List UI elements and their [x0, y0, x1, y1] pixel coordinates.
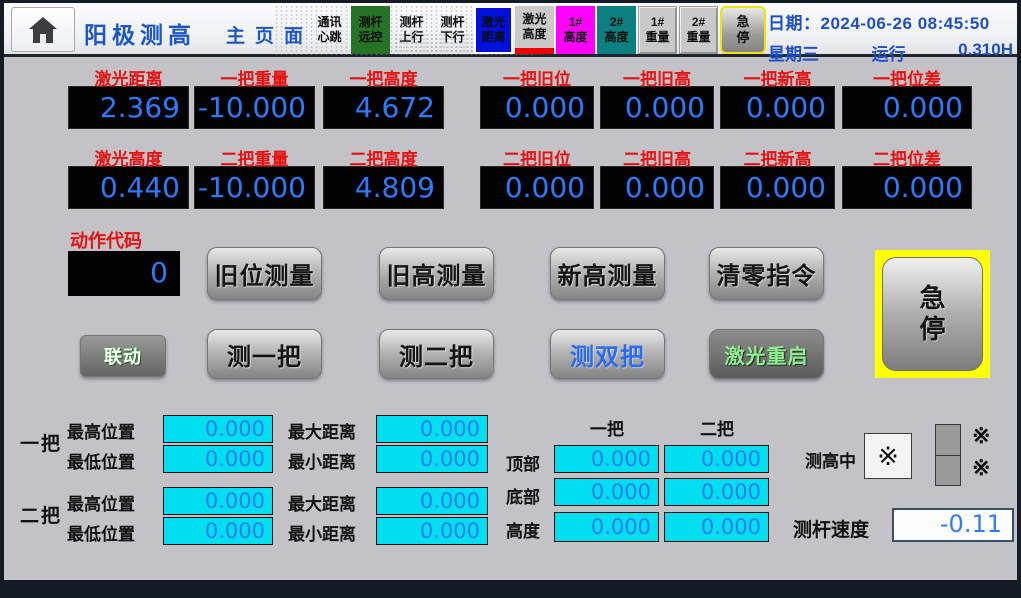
nav-laser-distance[interactable]: 激光 距离: [474, 6, 513, 54]
action-code-value: 0: [68, 251, 180, 296]
readout-clamp2-old-pos: 二把旧位 0.000: [480, 145, 594, 209]
btn-measure-both[interactable]: 测双把: [550, 329, 665, 379]
btn-measure-clamp1[interactable]: 测一把: [207, 329, 322, 379]
table-bottom-clamp1: 0.000: [554, 478, 659, 506]
home-icon: [27, 15, 59, 45]
readout-laser-distance: 激光距离 2.369: [68, 65, 189, 129]
clamp1-min-dist-value: 0.000: [376, 445, 488, 473]
time-value: 08:45:50: [918, 14, 990, 33]
clamp2-max-pos-value: 0.000: [163, 487, 273, 515]
clamp1-max-pos-value: 0.000: [163, 415, 273, 443]
readout-clamp2-new-height: 二把新高 0.000: [720, 145, 835, 209]
nav-height-2[interactable]: 2# 高度: [597, 6, 636, 54]
screen-frame: 阳极测高 主页面 通讯 心跳 测杆 远控 测杆 上行 测杆 下行 激光 距离: [0, 0, 1021, 598]
reference-mark-icon: ※: [877, 441, 899, 472]
group-clamp1-label: 一把: [20, 429, 62, 456]
topbar-nav: 通讯 心跳 测杆 远控 测杆 上行 测杆 下行 激光 距离 激光 高度: [310, 6, 766, 54]
page-title: 主页面: [226, 21, 313, 48]
date-label: 日期：: [768, 14, 821, 33]
clamp1-min-pos-label: 最低位置: [67, 448, 135, 473]
btn-laser-restart[interactable]: 激光重启: [709, 329, 824, 379]
date-value: 2024-06-26: [821, 14, 913, 33]
btn-estop-large[interactable]: 急停: [875, 250, 990, 378]
nav-weight-2[interactable]: 2# 重量: [679, 6, 718, 54]
table-header-clamp2: 二把: [682, 415, 752, 440]
group-clamp2-label: 二把: [20, 501, 62, 528]
app-title: 阳极测高: [84, 16, 196, 50]
clamp1-min-pos-value: 0.000: [163, 445, 273, 473]
btn-measure-clamp2[interactable]: 测二把: [379, 329, 494, 379]
segment-indicator: [935, 424, 961, 486]
table-height-clamp1: 0.000: [554, 512, 659, 542]
rod-speed-value: -0.11: [892, 508, 1014, 542]
readout-clamp2-old-height: 二把旧高 0.000: [600, 145, 714, 209]
clamp2-max-pos-label: 最高位置: [67, 490, 135, 515]
nav-rod-up[interactable]: 测杆 上行: [392, 6, 431, 54]
table-row-height-label: 高度: [506, 517, 540, 542]
clamp1-max-dist-label: 最大距离: [288, 418, 356, 443]
table-top-clamp2: 0.000: [664, 445, 769, 473]
reference-mark-icon: ※: [972, 455, 990, 481]
clamp2-min-dist-value: 0.000: [376, 517, 488, 545]
nav-laser-height[interactable]: 激光 高度: [515, 6, 554, 54]
action-code-label: 动作代码: [70, 227, 142, 253]
readout-clamp2-height: 二把高度 4.809: [323, 145, 444, 209]
main-area: 激光距离 2.369 一把重量 -10.000 一把高度 4.672 一把旧位 …: [4, 57, 1017, 580]
nav-height-1[interactable]: 1# 高度: [556, 6, 595, 54]
readout-clamp1-old-height: 一把旧高 0.000: [600, 65, 714, 129]
readout-clamp1-pos-diff: 一把位差 0.000: [842, 65, 972, 129]
measuring-label: 测高中: [805, 447, 856, 472]
nav-rod-remote[interactable]: 测杆 远控: [351, 6, 390, 54]
nav-weight-1[interactable]: 1# 重量: [638, 6, 677, 54]
clamp1-min-dist-label: 最小距离: [288, 448, 356, 473]
clamp2-max-dist-label: 最大距离: [288, 490, 356, 515]
measuring-indicator: ※: [864, 433, 912, 479]
readout-clamp1-old-pos: 一把旧位 0.000: [480, 65, 594, 129]
table-header-clamp1: 一把: [572, 415, 642, 440]
readout-laser-height: 激光高度 0.440: [68, 145, 189, 209]
btn-old-height-measure[interactable]: 旧高测量: [379, 247, 494, 300]
readout-clamp2-pos-diff: 二把位差 0.000: [842, 145, 972, 209]
nav-rod-down[interactable]: 测杆 下行: [433, 6, 472, 54]
nav-comm-heartbeat[interactable]: 通讯 心跳: [310, 6, 349, 54]
clamp1-max-dist-value: 0.000: [376, 415, 488, 443]
clamp2-min-dist-label: 最小距离: [288, 520, 356, 545]
table-top-clamp1: 0.000: [554, 445, 659, 473]
table-row-bottom-label: 底部: [506, 483, 540, 508]
btn-new-height-measure[interactable]: 新高测量: [550, 247, 665, 300]
readout-clamp1-height: 一把高度 4.672: [323, 65, 444, 129]
home-button[interactable]: [11, 7, 75, 52]
reference-mark-icon: ※: [972, 423, 990, 449]
readout-clamp1-weight: 一把重量 -10.000: [194, 65, 315, 129]
btn-old-pos-measure[interactable]: 旧位测量: [207, 247, 322, 300]
nav-estop-button[interactable]: 急停: [720, 6, 766, 54]
readout-clamp1-new-height: 一把新高 0.000: [720, 65, 835, 129]
date-time-line: 日期：2024-06-26 08:45:50: [768, 9, 1013, 34]
table-bottom-clamp2: 0.000: [664, 478, 769, 506]
topbar: 阳极测高 主页面 通讯 心跳 测杆 远控 测杆 上行 测杆 下行 激光 距离: [4, 3, 1017, 57]
btn-linkage[interactable]: 联动: [80, 335, 166, 377]
rod-speed-label: 测杆速度: [793, 515, 869, 542]
table-height-clamp2: 0.000: [664, 512, 769, 542]
table-row-top-label: 顶部: [506, 450, 540, 475]
clamp1-max-pos-label: 最高位置: [67, 418, 135, 443]
hmi-screen: 阳极测高 主页面 通讯 心跳 测杆 远控 测杆 上行 测杆 下行 激光 距离: [4, 3, 1017, 580]
clamp2-max-dist-value: 0.000: [376, 487, 488, 515]
clamp2-min-pos-value: 0.000: [163, 517, 273, 545]
readout-clamp2-weight: 二把重量 -10.000: [194, 145, 315, 209]
clamp2-min-pos-label: 最低位置: [67, 520, 135, 545]
btn-clear-command[interactable]: 清零指令: [709, 247, 824, 300]
